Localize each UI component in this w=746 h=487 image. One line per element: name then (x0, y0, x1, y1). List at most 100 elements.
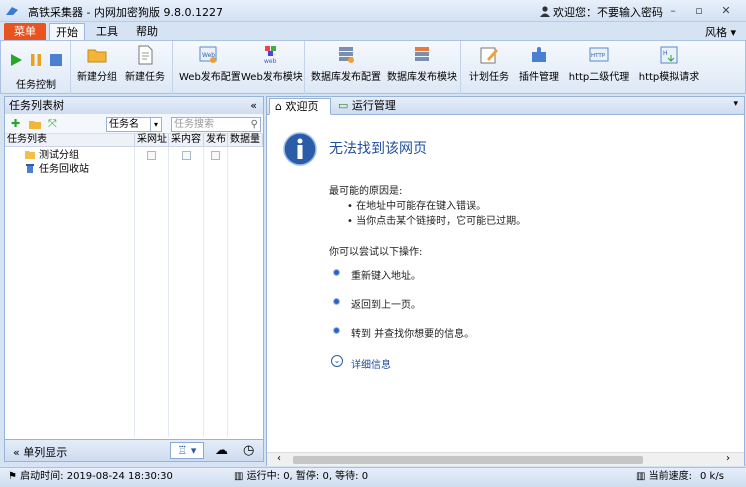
tree-view-button[interactable]: ♖ ▾ (170, 442, 204, 459)
db-publish-config-button[interactable]: 数据库发布配置 (311, 45, 381, 83)
minimize-button[interactable]: – (664, 3, 682, 19)
action-item: 转到 并查找你想要的信息。 (351, 329, 475, 340)
reason-item: • 在地址中可能存在键入错误。 (347, 201, 487, 212)
tab-tools[interactable]: 工具 (89, 23, 125, 40)
new-task-label: 新建任务 (125, 72, 165, 83)
task-tree-toolbar: ✚ ⤧ 任务名 ▾ 任务搜索 ⚲ (5, 114, 263, 134)
add-icon[interactable]: ✚ (11, 117, 20, 130)
recycle-bin-icon (26, 164, 34, 173)
publish-checkbox[interactable] (211, 151, 220, 160)
single-column-toggle[interactable]: « 单列显示 (13, 444, 67, 460)
column-divider (203, 147, 204, 437)
task-tree-header: 任务列表树 « (5, 97, 263, 114)
tab-menu-chevron-icon[interactable]: ▾ (733, 99, 738, 109)
web-publish-group: Web Web发布配置 web Web发布模块 (173, 41, 305, 94)
try-heading: 你可以尝试以下操作: (329, 247, 423, 258)
app-logo-icon (6, 7, 18, 15)
bullet-icon (333, 298, 340, 305)
horizontal-scrollbar[interactable]: ‹ › (267, 452, 744, 466)
title-bar: 高铁采集器 - 内网加密狗版 9.8.0.1227 欢迎您：不要输入密码 – ▫… (0, 0, 746, 22)
column-divider (134, 147, 135, 437)
task-search-input[interactable]: 任务搜索 ⚲ (171, 117, 261, 132)
pause-icon[interactable] (29, 53, 43, 67)
new-task-button[interactable]: 新建任务 (125, 45, 165, 83)
new-document-icon (138, 45, 153, 65)
tree-item-test-group[interactable]: 测试分组 (25, 149, 79, 162)
folder-icon (25, 151, 35, 159)
start-time-status: ⚑ 启动时间: 2019-08-24 18:30:30 (8, 468, 173, 486)
http-proxy-button[interactable]: HTTP http二级代理 (565, 45, 633, 83)
stop-icon[interactable] (49, 53, 63, 67)
collect-content-checkbox[interactable] (182, 151, 191, 160)
scroll-right-icon[interactable]: › (726, 453, 730, 464)
task-tree-title: 任务列表树 (9, 99, 64, 112)
user-info[interactable]: 欢迎您：不要输入密码 (540, 4, 663, 20)
open-folder-icon[interactable] (29, 119, 41, 129)
hierarchy-icon: ♖ (177, 444, 188, 457)
web-publish-module-button[interactable]: web Web发布模块 (241, 45, 303, 83)
column-header-collect-content[interactable]: 采内容 (169, 134, 204, 147)
start-icon[interactable] (9, 53, 23, 67)
scheduled-task-button[interactable]: 计划任务 (467, 45, 511, 83)
column-header-data-count[interactable]: 数据量 (228, 134, 263, 147)
action-item[interactable]: 返回到上一页。 (351, 296, 421, 311)
search-field-value: 任务名 (109, 119, 139, 130)
web-publish-config-button[interactable]: Web Web发布配置 (179, 45, 241, 83)
expand-icon[interactable]: ⤧ (48, 117, 57, 131)
history-icon[interactable]: ◷ (243, 443, 254, 458)
tab-run-manage-label: 运行管理 (351, 99, 396, 112)
web-config-icon: Web (199, 46, 217, 63)
tab-welcome[interactable]: ⌂ 欢迎页 (269, 98, 331, 115)
double-left-icon: « (13, 446, 20, 459)
web-publish-config-label: Web发布配置 (179, 72, 241, 83)
collect-url-checkbox[interactable] (147, 151, 156, 160)
scrollbar-thumb[interactable] (293, 456, 643, 464)
cloud-download-icon[interactable]: ☁ (215, 443, 228, 458)
info-icon (283, 132, 317, 166)
http-simulate-button[interactable]: H http模拟请求 (637, 45, 701, 83)
column-header-task-list[interactable]: 任务列表 (5, 134, 135, 147)
column-divider (227, 147, 228, 437)
search-field-dropdown[interactable]: 任务名 ▾ (106, 117, 162, 132)
details-link[interactable]: 详细信息 (351, 356, 391, 371)
db-publish-module-label: 数据库发布模块 (387, 72, 457, 83)
plugin-manager-button[interactable]: 插件管理 (517, 45, 561, 83)
maximize-button[interactable]: ▫ (690, 3, 708, 19)
collapse-panel-icon[interactable]: « (250, 97, 257, 114)
single-column-label: 单列显示 (23, 446, 68, 459)
scroll-left-icon[interactable]: ‹ (277, 453, 281, 464)
content-tabs: ⌂ 欢迎页 ▭ 运行管理 ▾ (267, 97, 744, 115)
expand-details-icon[interactable]: ⌄ (331, 355, 343, 367)
tree-item-recycle-bin[interactable]: 任务回收站 (25, 163, 89, 176)
new-group-button[interactable]: 新建分组 (77, 45, 117, 83)
menu-tab[interactable]: 菜单 (4, 23, 46, 40)
db-publish-group: 数据库发布配置 数据库发布模块 (305, 41, 461, 94)
tree-item-label: 任务回收站 (39, 164, 89, 175)
tab-run-manage[interactable]: ▭ 运行管理 (333, 98, 413, 115)
app-title: 高铁采集器 - 内网加密狗版 9.8.0.1227 (28, 6, 223, 19)
chevron-down-icon: ▾ (150, 118, 161, 131)
http-proxy-icon: HTTP (589, 47, 609, 62)
web-publish-module-label: Web发布模块 (241, 72, 303, 83)
tab-start[interactable]: 开始 (49, 23, 85, 40)
reason-item: • 当你点击某个链接时，它可能已过期。 (347, 216, 527, 227)
style-dropdown[interactable]: 风格 ▾ (705, 24, 736, 40)
close-button[interactable]: ✕ (717, 3, 735, 19)
user-icon (540, 6, 550, 17)
task-group: 新建分组 新建任务 (71, 41, 173, 94)
speed-status: ▥ 当前速度: (636, 468, 692, 486)
column-header-collect-url[interactable]: 采网址 (135, 134, 169, 147)
column-header-publish[interactable]: 发布 (204, 134, 228, 147)
tab-help[interactable]: 帮助 (129, 23, 165, 40)
ribbon-tabs: 菜单 开始 工具 帮助 风格 ▾ (0, 22, 746, 40)
http-proxy-label: http二级代理 (568, 72, 630, 83)
action-item: 重新键入地址。 (351, 271, 421, 282)
column-divider (168, 147, 169, 437)
search-icon: ⚲ (250, 119, 258, 130)
new-group-label: 新建分组 (77, 72, 117, 83)
database-module-icon (415, 47, 429, 61)
db-publish-config-label: 数据库发布配置 (311, 72, 381, 83)
svg-text:HTTP: HTTP (591, 53, 606, 59)
db-publish-module-button[interactable]: 数据库发布模块 (387, 45, 457, 83)
style-label: 风格 (704, 26, 727, 39)
